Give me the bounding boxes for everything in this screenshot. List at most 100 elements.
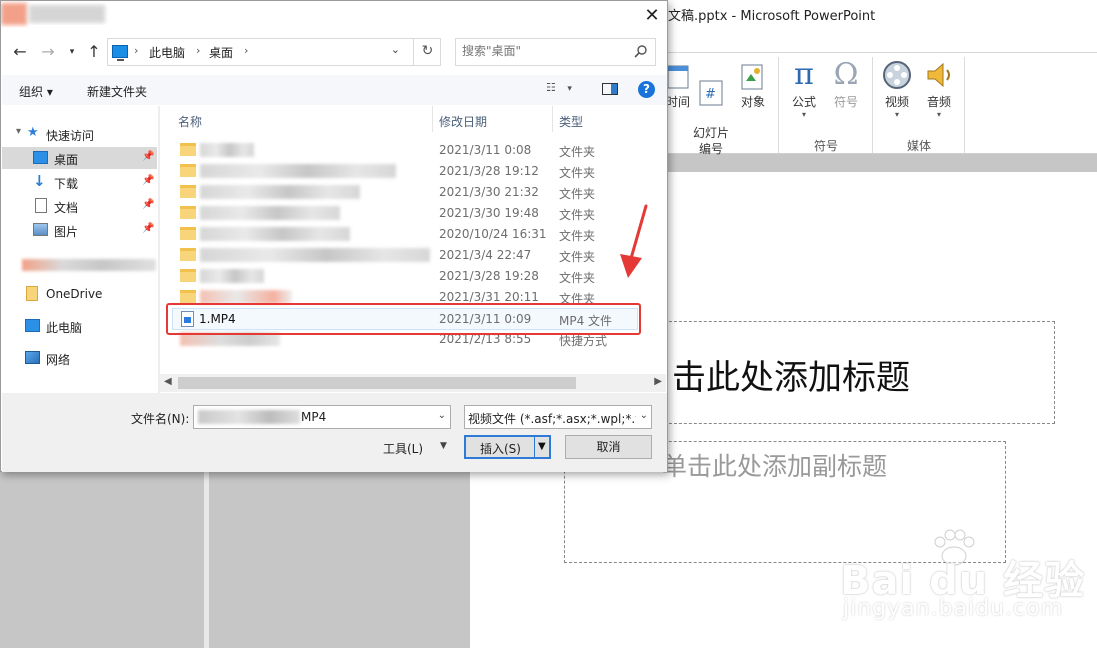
chevron-down-icon: ▾ bbox=[894, 110, 899, 119]
file-name-value: MP4 bbox=[301, 410, 327, 424]
recent-locations-button[interactable]: ▾ bbox=[63, 41, 81, 63]
window-title: 文稿.pptx - Microsoft PowerPoint bbox=[668, 9, 876, 24]
download-icon: ↓ bbox=[33, 172, 46, 190]
nav-documents[interactable]: 文档 📌 bbox=[2, 195, 157, 217]
nav-onedrive[interactable]: OneDrive bbox=[2, 283, 157, 305]
watermark-url: jingyan.baidu.com bbox=[843, 596, 1064, 621]
scrollbar-thumb[interactable] bbox=[178, 377, 576, 389]
object-icon bbox=[741, 64, 763, 90]
file-type: 文件夹 bbox=[559, 271, 596, 285]
back-button[interactable]: ← bbox=[11, 41, 29, 63]
nav-downloads[interactable]: ↓ 下载 📌 bbox=[2, 171, 157, 193]
red-arrow-annotation bbox=[620, 204, 648, 278]
file-date: 2021/3/31 20:11 bbox=[439, 290, 539, 304]
object-button[interactable]: 对象 bbox=[736, 63, 770, 110]
blurred-file-name bbox=[200, 290, 292, 304]
file-name-label: 文件名(N): bbox=[131, 412, 190, 426]
nav-quick-access[interactable]: ▾ ★ 快速访问 bbox=[2, 123, 157, 145]
tools-menu[interactable]: 工具(L) bbox=[383, 440, 423, 457]
split-divider bbox=[534, 436, 535, 458]
pictures-icon bbox=[33, 223, 48, 236]
file-row[interactable]: 2021/3/30 19:48 文件夹 bbox=[160, 203, 666, 224]
pin-icon: 📌 bbox=[142, 199, 155, 210]
file-row[interactable]: 2021/3/30 21:32 文件夹 bbox=[160, 182, 666, 203]
insert-label: 插入(S) bbox=[480, 442, 521, 456]
blurred-file-name bbox=[200, 227, 350, 241]
scroll-right-icon[interactable]: ▶ bbox=[654, 376, 662, 387]
file-type-value: 视频文件 (*.asf;*.asx;*.wpl;*.wm bbox=[468, 412, 636, 426]
video-button[interactable]: 视频 ▾ bbox=[878, 59, 916, 120]
pane-divider[interactable] bbox=[204, 470, 209, 648]
file-date: 2021/3/4 22:47 bbox=[439, 248, 532, 262]
slide-number-button[interactable]: # 幻灯片 编号 bbox=[692, 63, 730, 157]
blurred-file-name bbox=[200, 269, 264, 283]
help-button[interactable]: ? bbox=[638, 81, 655, 98]
horizontal-scrollbar[interactable]: ◀ ▶ bbox=[160, 374, 666, 392]
file-type-select[interactable]: 视频文件 (*.asf;*.asx;*.wpl;*.wm ⌄ bbox=[464, 405, 652, 429]
organize-menu[interactable]: 组织 ▾ bbox=[19, 83, 53, 100]
scroll-left-icon[interactable]: ◀ bbox=[164, 376, 172, 387]
arrow-right-icon: → bbox=[41, 42, 55, 61]
file-type: 文件夹 bbox=[559, 166, 596, 180]
column-name-header[interactable]: 名称 bbox=[178, 113, 202, 130]
nav-label: 文档 bbox=[54, 201, 79, 215]
media-group-label: 媒体 bbox=[906, 139, 931, 153]
red-highlight-box bbox=[166, 303, 641, 335]
search-box[interactable] bbox=[455, 38, 656, 66]
file-row[interactable]: 2021/3/28 19:12 文件夹 bbox=[160, 161, 666, 182]
subtitle-placeholder-text[interactable]: 单击此处添加副标题 bbox=[662, 447, 887, 483]
new-folder-button[interactable]: 新建文件夹 bbox=[87, 83, 147, 100]
nav-label: 桌面 bbox=[54, 153, 79, 167]
search-input[interactable] bbox=[462, 44, 632, 58]
title-placeholder-text[interactable]: 击此处添加标题 bbox=[672, 350, 910, 399]
forward-button[interactable]: → bbox=[39, 41, 57, 63]
breadcrumb-desktop[interactable]: 桌面 bbox=[209, 44, 233, 61]
column-divider[interactable] bbox=[552, 106, 553, 132]
column-divider[interactable] bbox=[432, 106, 433, 132]
file-row[interactable]: 2021/3/4 22:47 文件夹 bbox=[160, 245, 666, 266]
refresh-icon: ↻ bbox=[421, 43, 434, 59]
nav-desktop[interactable]: 桌面 📌 bbox=[2, 147, 157, 169]
dialog-toolbar: 组织 ▾ 新建文件夹 ☷ ▾ ? bbox=[2, 75, 667, 105]
symbol-button[interactable]: Ω 符号 bbox=[828, 59, 864, 110]
refresh-button[interactable]: ↻ bbox=[413, 38, 441, 66]
symbol-label: 符号 bbox=[833, 95, 858, 109]
nav-label: 此电脑 bbox=[46, 321, 83, 335]
address-bar[interactable]: › 此电脑 › 桌面 › ⌄ bbox=[107, 38, 441, 66]
equation-button[interactable]: π 公式 ▾ bbox=[786, 59, 822, 120]
audio-label: 音频 bbox=[926, 95, 951, 109]
nav-pictures[interactable]: 图片 📌 bbox=[2, 219, 157, 241]
file-type: 文件夹 bbox=[559, 187, 596, 201]
audio-button[interactable]: 音频 ▾ bbox=[920, 59, 958, 120]
preview-pane-button[interactable] bbox=[602, 83, 618, 95]
breadcrumb-separator: › bbox=[196, 44, 201, 57]
up-button[interactable]: ↑ bbox=[85, 41, 103, 63]
file-name-input[interactable]: MP4 ⌄ bbox=[193, 405, 451, 429]
address-history-dropdown[interactable]: ⌄ bbox=[391, 43, 400, 56]
insert-button[interactable]: 插入(S) ▼ bbox=[464, 435, 551, 459]
arrow-left-icon: ← bbox=[13, 42, 27, 61]
column-date-header[interactable]: 修改日期 bbox=[439, 113, 487, 130]
chevron-down-icon: ▾ bbox=[16, 126, 22, 137]
folder-icon bbox=[180, 164, 196, 177]
cancel-button[interactable]: 取消 bbox=[565, 435, 652, 459]
change-view-button[interactable]: ☷ ▾ bbox=[546, 81, 582, 99]
insert-options-dropdown[interactable]: ▼ bbox=[538, 441, 546, 452]
close-button[interactable]: ✕ bbox=[641, 5, 663, 27]
file-row[interactable]: 2021/3/11 0:08 文件夹 bbox=[160, 140, 666, 161]
breadcrumb-separator: › bbox=[244, 44, 249, 57]
nav-this-pc[interactable]: 此电脑 bbox=[2, 315, 157, 337]
svg-text:#: # bbox=[705, 87, 716, 102]
chevron-down-icon[interactable]: ⌄ bbox=[438, 410, 446, 421]
column-type-header[interactable]: 类型 bbox=[559, 113, 583, 130]
blurred-file-name bbox=[200, 248, 430, 262]
file-type: 文件夹 bbox=[559, 145, 596, 159]
chevron-down-icon[interactable]: ▼ bbox=[440, 441, 447, 451]
nav-network[interactable]: 网络 bbox=[2, 347, 157, 369]
file-type: 文件夹 bbox=[559, 250, 596, 264]
ribbon-separator bbox=[872, 57, 873, 153]
breadcrumb-this-pc[interactable]: 此电脑 bbox=[149, 44, 185, 61]
file-row[interactable]: 2021/3/28 19:28 文件夹 bbox=[160, 266, 666, 287]
file-row[interactable]: 2020/10/24 16:31 文件夹 bbox=[160, 224, 666, 245]
watermark: Bai du 经验 jingyan.baidu.com bbox=[840, 528, 1084, 628]
